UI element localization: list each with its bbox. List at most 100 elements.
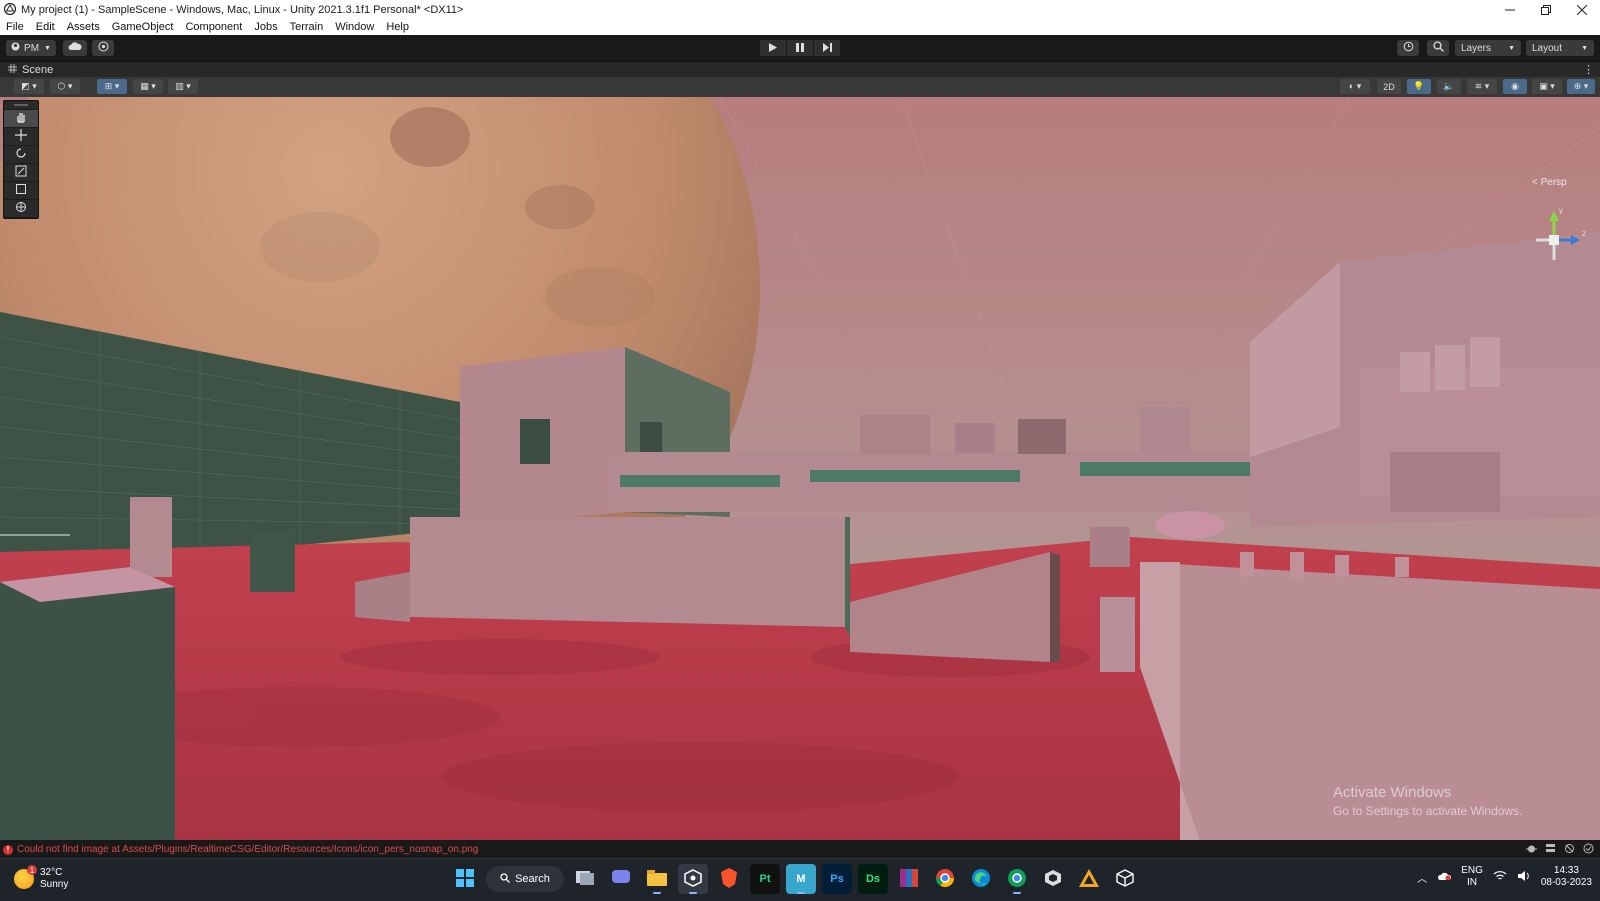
chevron-up-icon[interactable]: ︿ [1417, 870, 1427, 885]
shading-sphere-dropdown[interactable]: ◐ ▾ [1340, 79, 1370, 94]
history-button[interactable] [1397, 40, 1419, 56]
pycharm-button[interactable]: Pt [750, 864, 780, 894]
dimension-button[interactable]: Ds [858, 864, 888, 894]
chrome-button[interactable] [930, 864, 960, 894]
draw-mode-dropdown[interactable]: ◩ ▾ [14, 79, 44, 94]
rect-tool[interactable] [4, 182, 38, 200]
edge-button[interactable] [966, 864, 996, 894]
winrar-button[interactable] [894, 864, 924, 894]
start-button[interactable] [450, 864, 480, 894]
scale-tool[interactable] [4, 164, 38, 182]
unity-button[interactable] [1038, 864, 1068, 894]
camera-icon: ▣ ▾ [1539, 81, 1555, 91]
step-button[interactable] [814, 40, 841, 56]
console-error-message[interactable]: Could not find image at Assets/Plugins/R… [17, 844, 478, 855]
menu-edit[interactable]: Edit [30, 21, 61, 33]
front-left-block [0, 567, 175, 840]
wifi-icon[interactable] [1493, 870, 1507, 884]
account-label: PM [24, 42, 40, 54]
brave-button[interactable] [714, 864, 744, 894]
grid-icon [8, 63, 17, 76]
minimize-button[interactable] [1492, 0, 1528, 19]
sphere-icon: ◐ ▾ [1348, 81, 1362, 91]
more-options-icon[interactable]: ⋮ [1583, 63, 1594, 76]
status-icons [1526, 843, 1594, 857]
collab-icon [98, 41, 109, 55]
photoshop-button[interactable]: Ps [822, 864, 852, 894]
maya-button[interactable]: M [786, 864, 816, 894]
task-view-button[interactable] [570, 864, 600, 894]
unity-editor-button[interactable] [1110, 864, 1140, 894]
weather-widget[interactable]: 1 32°C Sunny [14, 865, 68, 891]
file-explorer-button[interactable] [642, 864, 672, 894]
scene-tab[interactable]: Scene [8, 63, 54, 76]
stack-icon[interactable] [1545, 843, 1556, 857]
gizmos-dropdown[interactable]: ⊕ ▾ [1567, 79, 1595, 94]
rotate-tool[interactable] [4, 146, 38, 164]
debug-icon[interactable] [1526, 843, 1537, 857]
scale-icon [15, 164, 27, 182]
account-icon [11, 42, 20, 54]
camera-dropdown[interactable]: ▣ ▾ [1532, 79, 1562, 94]
language-indicator[interactable]: ENG IN [1461, 865, 1483, 889]
render-mode-dropdown[interactable]: ⬡ ▾ [50, 79, 80, 94]
menu-window[interactable]: Window [329, 21, 380, 33]
watermark-title: Activate Windows [1333, 784, 1452, 801]
onedrive-icon[interactable] [1437, 871, 1452, 884]
unity-hub-button[interactable] [678, 864, 708, 894]
menu-terrain[interactable]: Terrain [284, 21, 330, 33]
move-icon [15, 128, 27, 146]
check-circle-icon[interactable] [1583, 843, 1594, 857]
clock[interactable]: 14:33 08-03-2023 [1541, 865, 1592, 889]
search-button[interactable] [1427, 40, 1449, 56]
effects-dropdown[interactable]: ≋ ▾ [1467, 79, 1497, 94]
unity-icon [1044, 869, 1062, 890]
scene-tab-label: Scene [22, 63, 54, 76]
layers-dropdown[interactable]: Layers ▼ [1455, 40, 1521, 56]
bug-icon[interactable] [1564, 843, 1575, 857]
lightbulb-icon: 💡 [1413, 81, 1425, 91]
status-bar: ! Could not find image at Assets/Plugins… [0, 841, 1600, 858]
title-bar: My project (1) - SampleScene - Windows, … [0, 0, 1600, 19]
scene-viewport[interactable]: y z < Persp [0, 97, 1600, 840]
audio-toggle[interactable]: 🔈 [1437, 79, 1461, 94]
visibility-toggle[interactable]: ◉ [1503, 79, 1527, 94]
pause-button[interactable] [787, 40, 814, 56]
layout-dropdown[interactable]: Layout ▼ [1526, 40, 1594, 56]
search-icon [1432, 41, 1444, 55]
rect-icon [15, 182, 27, 200]
grid-snap-dropdown[interactable]: ▦ ▾ [133, 79, 163, 94]
collab-button[interactable] [92, 40, 114, 56]
taskbar-search[interactable]: Search [486, 866, 564, 892]
hand-tool[interactable] [4, 110, 38, 128]
close-button[interactable] [1564, 0, 1600, 19]
chevron-down-icon: ▼ [1508, 44, 1515, 52]
gizmo-y-label: y [1559, 206, 1563, 215]
projection-label[interactable]: < Persp [1532, 177, 1567, 188]
account-dropdown[interactable]: PM ▼ [6, 40, 56, 56]
layers-icon: ≋ ▾ [1474, 81, 1490, 91]
snap-toggle[interactable]: ⊞ ▾ [97, 79, 127, 94]
restore-button[interactable] [1528, 0, 1564, 19]
transform-icon [15, 200, 27, 218]
transform-tool[interactable] [4, 200, 38, 218]
globe-icon: ⊕ ▾ [1573, 81, 1589, 91]
menu-component[interactable]: Component [179, 21, 248, 33]
menu-jobs[interactable]: Jobs [248, 21, 283, 33]
playmode-controls [760, 40, 841, 56]
increment-snap-dropdown[interactable]: ▥ ▾ [168, 79, 198, 94]
volume-icon[interactable] [1517, 870, 1531, 885]
menu-assets[interactable]: Assets [61, 21, 106, 33]
2d-toggle[interactable]: 2D [1377, 79, 1401, 94]
cloud-button[interactable] [63, 40, 87, 56]
menu-file[interactable]: File [0, 21, 30, 33]
menu-help[interactable]: Help [380, 21, 415, 33]
move-tool[interactable] [4, 128, 38, 146]
play-button[interactable] [760, 40, 787, 56]
menu-gameobject[interactable]: GameObject [106, 21, 180, 33]
chrome-profile-button[interactable] [1002, 864, 1032, 894]
teams-button[interactable] [606, 864, 636, 894]
lighting-toggle[interactable]: 💡 [1407, 79, 1431, 94]
blender-button[interactable] [1074, 864, 1104, 894]
orientation-gizmo[interactable]: y z [1524, 205, 1594, 295]
